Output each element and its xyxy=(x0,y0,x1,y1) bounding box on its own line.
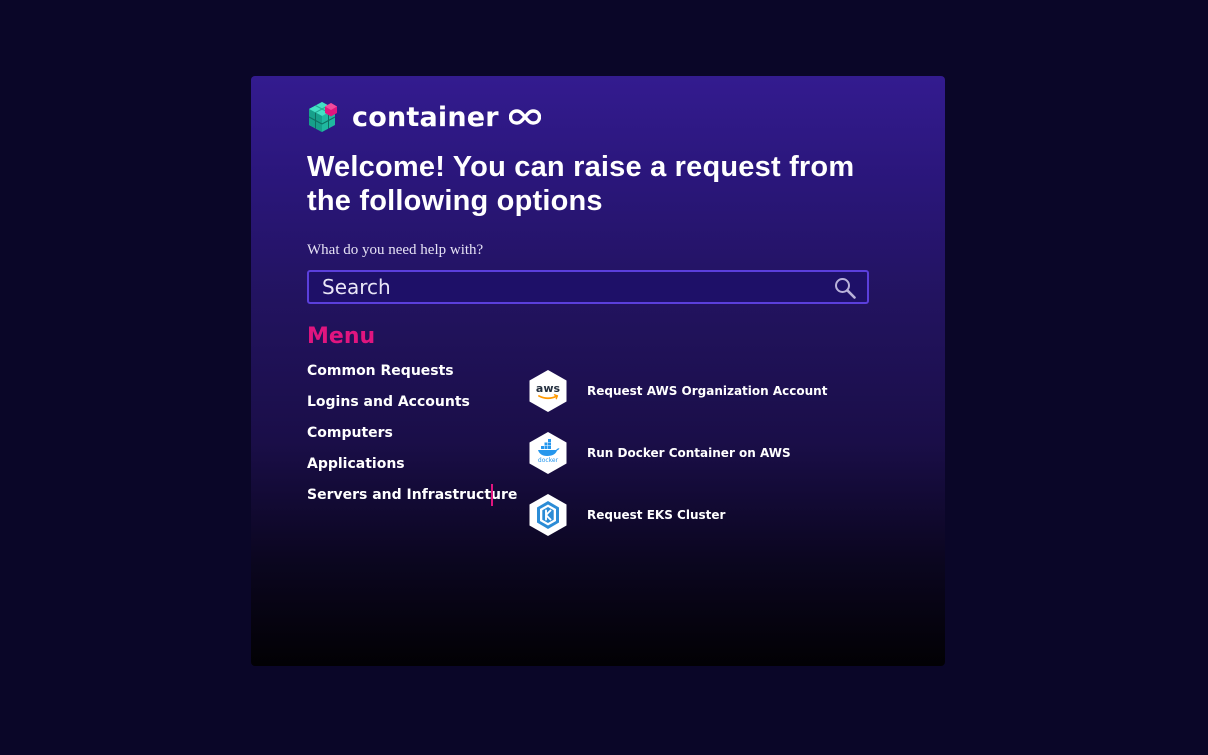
search-label: What do you need help with? xyxy=(307,242,484,258)
cube-logo-icon xyxy=(308,102,337,132)
menu-item-applications[interactable]: Applications xyxy=(307,453,497,484)
request-portal-card: container Welcome! You can raise a reque… xyxy=(251,76,945,666)
menu-item-common-requests[interactable]: Common Requests xyxy=(307,360,497,391)
option-request-eks-cluster[interactable]: Request EKS Cluster xyxy=(528,484,827,546)
page-title: Welcome! You can raise a request from th… xyxy=(307,151,855,217)
option-label: Run Docker Container on AWS xyxy=(587,446,791,460)
infinity-icon xyxy=(508,109,541,125)
option-label: Request EKS Cluster xyxy=(587,508,726,522)
brand-name: container xyxy=(352,101,499,133)
docker-icon-text: docker xyxy=(538,457,559,464)
option-label: Request AWS Organization Account xyxy=(587,384,828,398)
search-icon[interactable] xyxy=(834,277,856,299)
aws-icon-text: aws xyxy=(536,382,561,395)
aws-icon: aws xyxy=(529,370,567,412)
brand-header: container xyxy=(304,100,541,134)
menu-item-computers[interactable]: Computers xyxy=(307,422,497,453)
menu-item-servers-and-infrastructure[interactable]: Servers and Infrastructure xyxy=(307,484,517,515)
docker-icon: docker xyxy=(529,432,567,474)
option-request-aws-organization-account[interactable]: aws Request AWS Organization Account xyxy=(528,360,827,422)
search-input[interactable] xyxy=(309,272,822,302)
option-run-docker-container-on-aws[interactable]: docker Run Docker Container on AWS xyxy=(528,422,827,484)
menu-item-logins-and-accounts[interactable]: Logins and Accounts xyxy=(307,391,497,422)
request-options-list: aws Request AWS Organization Account doc… xyxy=(528,360,827,546)
menu-list: Common Requests Logins and Accounts Comp… xyxy=(307,360,517,515)
search-box xyxy=(307,270,869,304)
menu-title: Menu xyxy=(307,324,376,349)
eks-icon xyxy=(529,494,567,536)
